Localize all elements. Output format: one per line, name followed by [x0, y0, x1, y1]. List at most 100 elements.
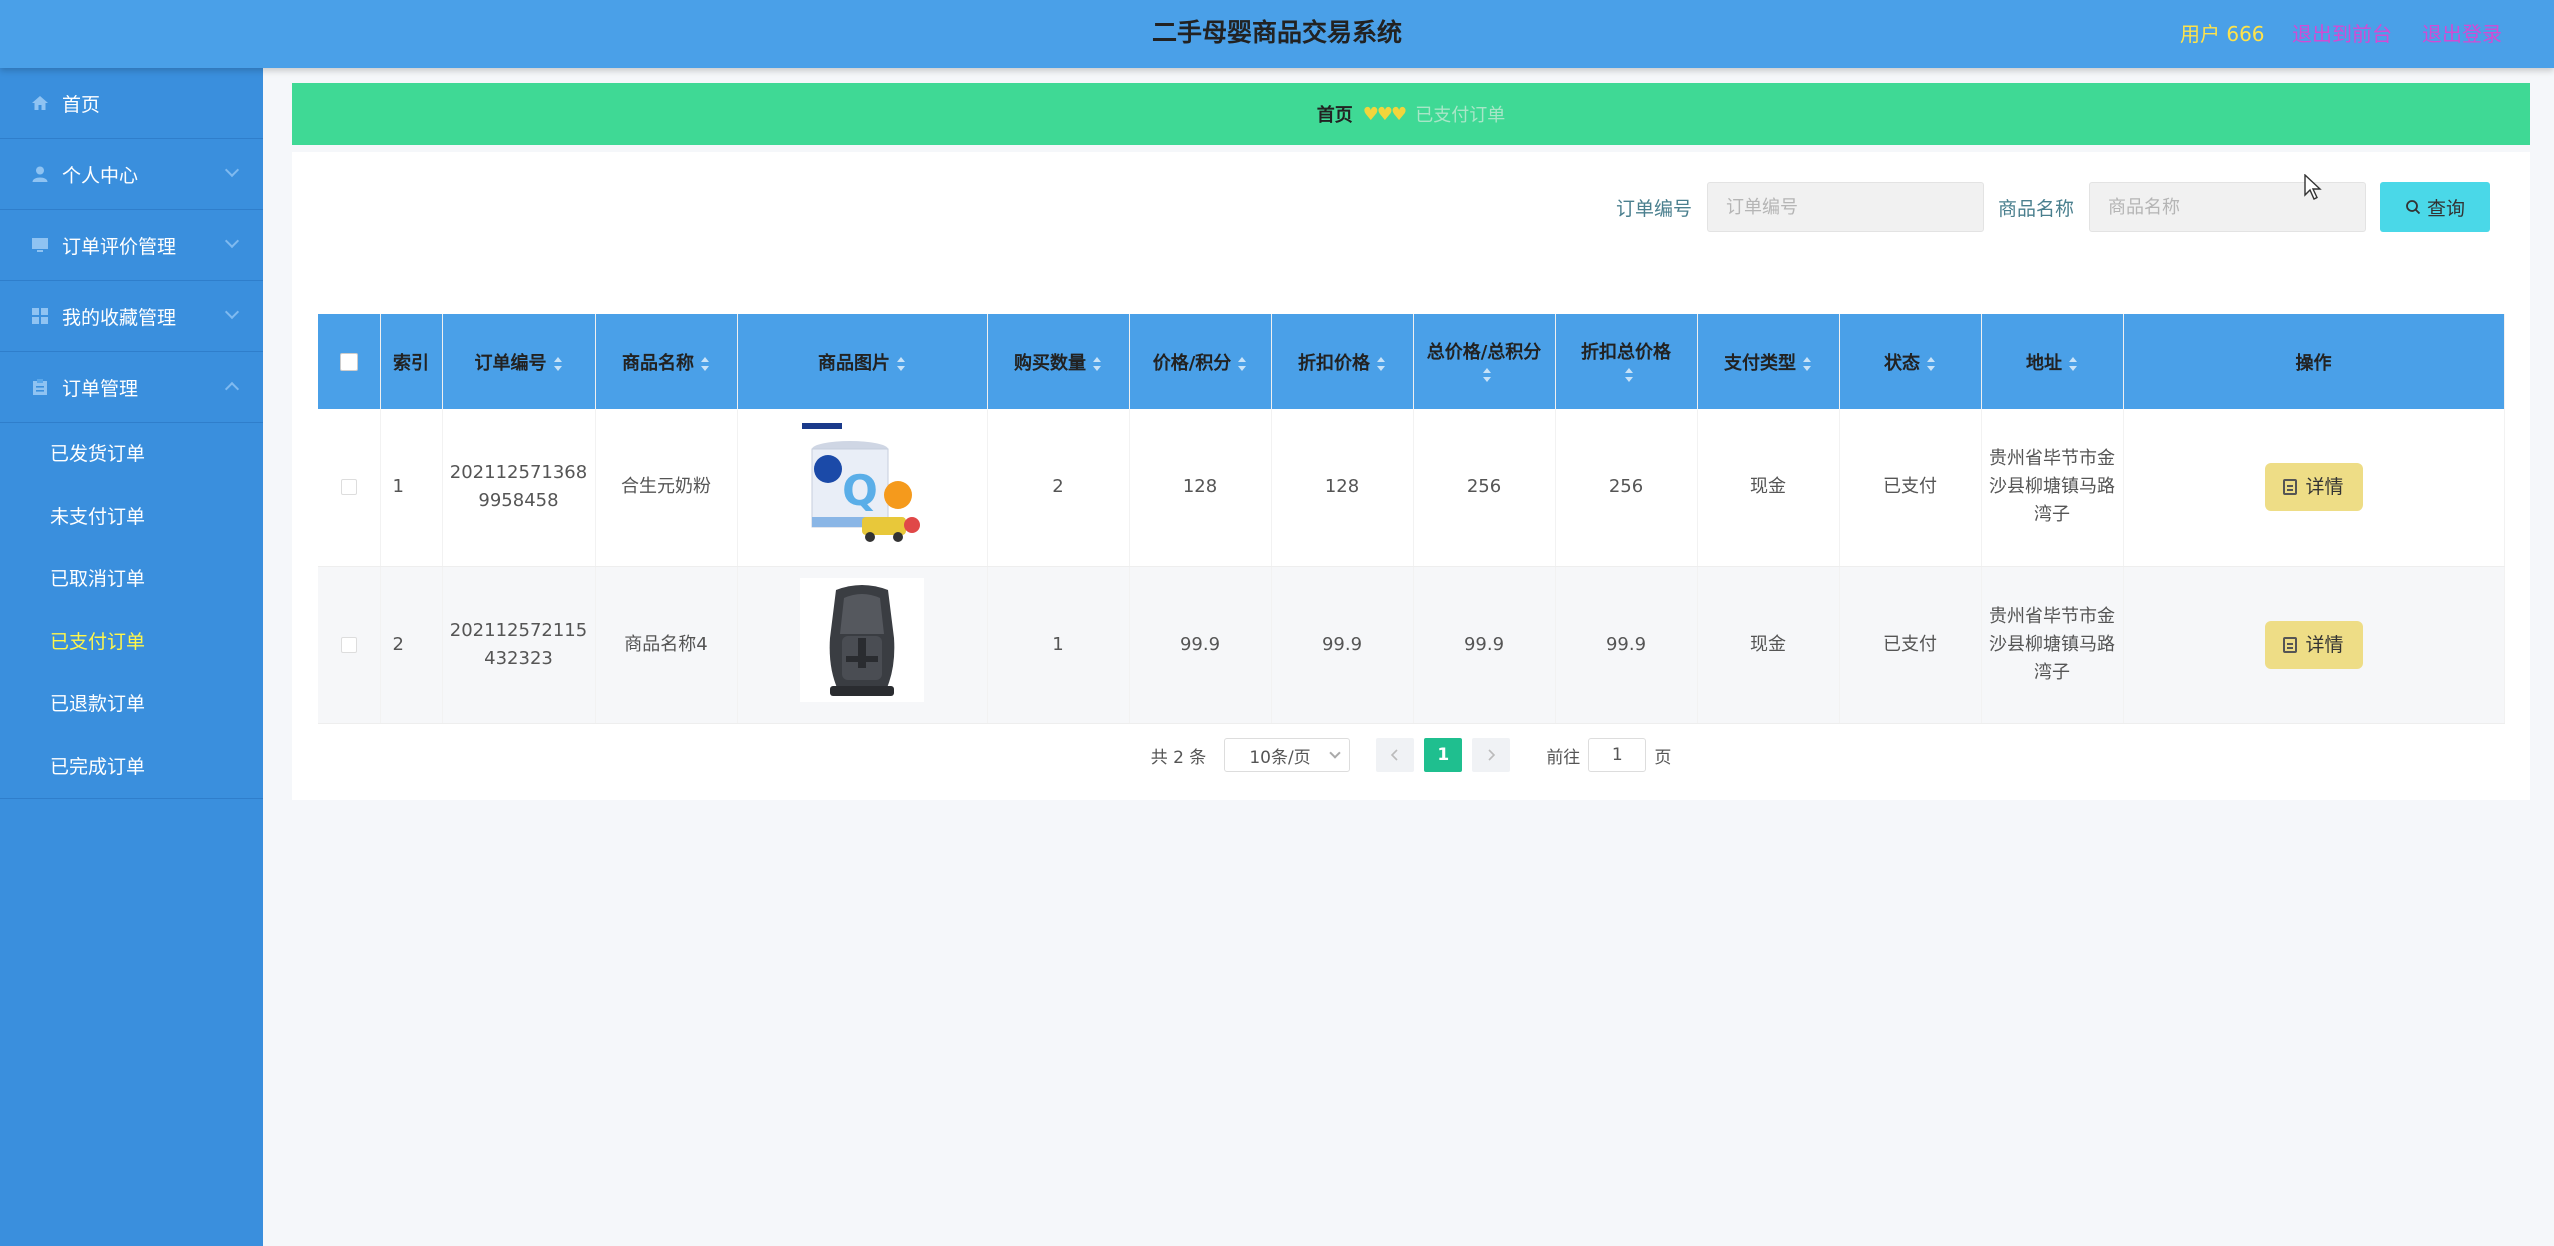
cell-index: 1 [380, 409, 443, 567]
cell-pay-type: 现金 [1697, 409, 1840, 567]
submenu-unpaid-orders[interactable]: 未支付订单 [0, 486, 263, 549]
product-image-car-seat[interactable] [800, 578, 924, 702]
cell-price: 128 [1129, 409, 1272, 567]
goto-page: 前往 页 [1546, 738, 1671, 772]
cell-status: 已支付 [1839, 409, 1982, 567]
page-size-select[interactable]: 10条/页 [1224, 738, 1351, 772]
product-name-label: 商品名称 [1997, 197, 2074, 220]
sidebar-item-review[interactable]: 订单评价管理 [0, 210, 263, 281]
column-header-address[interactable]: 地址 [1981, 314, 2124, 409]
cell-address: 贵州省毕节市金沙县柳塘镇马路湾子 [1981, 409, 2124, 567]
column-header-price[interactable]: 价格/积分 [1129, 314, 1272, 409]
submenu-cancelled-orders[interactable]: 已取消订单 [0, 548, 263, 611]
cell-discount-price: 99.9 [1271, 566, 1414, 724]
app-title: 二手母婴商品交易系统 [1151, 18, 1402, 47]
sort-icon[interactable] [896, 356, 906, 371]
select-all-checkbox[interactable] [339, 353, 358, 371]
document-icon [2283, 479, 2298, 496]
sort-icon[interactable] [700, 356, 710, 371]
sidebar-item-home[interactable]: 首页 [0, 68, 263, 139]
column-header-total[interactable]: 总价格/总积分 [1413, 314, 1556, 409]
home-icon [30, 93, 50, 113]
sort-icon[interactable] [1237, 356, 1247, 371]
cell-discount-total: 256 [1555, 409, 1698, 567]
svg-text:Q: Q [842, 466, 878, 515]
column-header-status[interactable]: 状态 [1839, 314, 1982, 409]
submenu-paid-orders[interactable]: 已支付订单 [0, 611, 263, 674]
product-name-input[interactable] [2089, 182, 2366, 232]
sidebar-item-label: 首页 [62, 93, 101, 116]
submenu-refunded-orders[interactable]: 已退款订单 [0, 673, 263, 736]
sort-icon[interactable] [1802, 356, 1812, 371]
grid-icon [30, 306, 50, 326]
order-no-label: 订单编号 [1615, 197, 1692, 220]
cell-actions: 详情 [2123, 409, 2505, 567]
breadcrumb-home[interactable]: 首页 [1317, 101, 1353, 127]
sort-icon[interactable] [1092, 356, 1102, 371]
column-header-product-name[interactable]: 商品名称 [595, 314, 738, 409]
sidebar-item-label: 订单评价管理 [62, 235, 177, 258]
sort-icon[interactable] [1482, 368, 1492, 382]
column-header-quantity[interactable]: 购买数量 [987, 314, 1130, 409]
row-checkbox[interactable] [340, 636, 357, 653]
column-header-discount-price[interactable]: 折扣价格 [1271, 314, 1414, 409]
pagination-total: 共 2 条 [1150, 747, 1207, 768]
cell-quantity: 2 [987, 409, 1130, 567]
cell-total: 99.9 [1413, 566, 1556, 724]
sort-icon[interactable] [553, 356, 563, 371]
cell-address: 贵州省毕节市金沙县柳塘镇马路湾子 [1981, 566, 2124, 724]
monitor-icon [30, 235, 50, 255]
chevron-left-icon [1391, 749, 1398, 761]
sidebar-item-favorites[interactable]: 我的收藏管理 [0, 281, 263, 352]
chevron-right-icon [1488, 749, 1496, 761]
detail-button[interactable]: 详情 [2264, 463, 2363, 512]
goto-unit: 页 [1654, 747, 1672, 768]
search-bar: 订单编号 商品名称 查询 [1616, 182, 2490, 232]
row-checkbox[interactable] [340, 479, 357, 496]
chevron-down-icon [224, 304, 240, 320]
cell-pay-type: 现金 [1697, 566, 1840, 724]
heart-separator-icon: ♥♥♥ [1362, 103, 1407, 125]
column-header-pay-type[interactable]: 支付类型 [1697, 314, 1840, 409]
submenu-completed-orders[interactable]: 已完成订单 [0, 736, 263, 799]
sidebar: 首页 个人中心 订单评价管理 我的收藏管理 订单管理 已发货订单 未支付订单 已… [0, 68, 263, 1246]
sort-icon[interactable] [1624, 368, 1634, 382]
column-header-index: 索引 [380, 314, 443, 409]
select-all-cell [318, 314, 381, 409]
submenu-shipped-orders[interactable]: 已发货订单 [0, 423, 263, 486]
column-header-order-no[interactable]: 订单编号 [442, 314, 596, 409]
cell-total: 256 [1413, 409, 1556, 567]
cell-actions: 详情 [2123, 566, 2505, 724]
goto-page-input[interactable] [1588, 738, 1647, 772]
breadcrumb-current: 已支付订单 [1415, 105, 1506, 126]
sort-icon[interactable] [2068, 356, 2078, 371]
page-number-current[interactable]: 1 [1424, 738, 1463, 772]
back-to-front-link[interactable]: 退出到前台 [2292, 18, 2392, 47]
column-header-product-image[interactable]: 商品图片 [737, 314, 988, 409]
document-icon [2283, 636, 2298, 653]
prev-page-button[interactable] [1376, 738, 1415, 772]
table-row: 1 2021125713689958458 合生元奶粉 Q 2 128 128 … [318, 409, 2505, 567]
table-header-row: 索引 订单编号 商品名称 商品图片 购买数量 价格/积分 折扣价格 总价格/总积… [318, 314, 2505, 409]
sidebar-item-label: 个人中心 [62, 164, 139, 187]
sidebar-item-personal[interactable]: 个人中心 [0, 139, 263, 210]
sidebar-item-label: 我的收藏管理 [62, 306, 177, 329]
sidebar-item-orders[interactable]: 订单管理 [0, 352, 263, 423]
logout-link[interactable]: 退出登录 [2422, 18, 2502, 47]
column-header-discount-total[interactable]: 折扣总价格 [1555, 314, 1698, 409]
current-user: 用户 666 [2180, 22, 2265, 46]
query-button[interactable]: 查询 [2380, 182, 2490, 232]
cell-product-name: 商品名称4 [595, 566, 738, 724]
product-image-milk-powder[interactable]: Q [800, 420, 924, 545]
search-icon [2406, 200, 2421, 215]
chevron-down-icon [1329, 747, 1341, 759]
cell-product-image [737, 566, 988, 724]
sort-icon[interactable] [1376, 356, 1386, 371]
cell-order-no: 202112572115432323 [442, 566, 596, 724]
next-page-button[interactable] [1472, 738, 1511, 772]
cell-discount-total: 99.9 [1555, 566, 1698, 724]
sort-icon[interactable] [1926, 356, 1936, 371]
user-icon [30, 164, 50, 184]
order-no-input[interactable] [1706, 182, 1984, 232]
detail-button[interactable]: 详情 [2264, 620, 2363, 669]
